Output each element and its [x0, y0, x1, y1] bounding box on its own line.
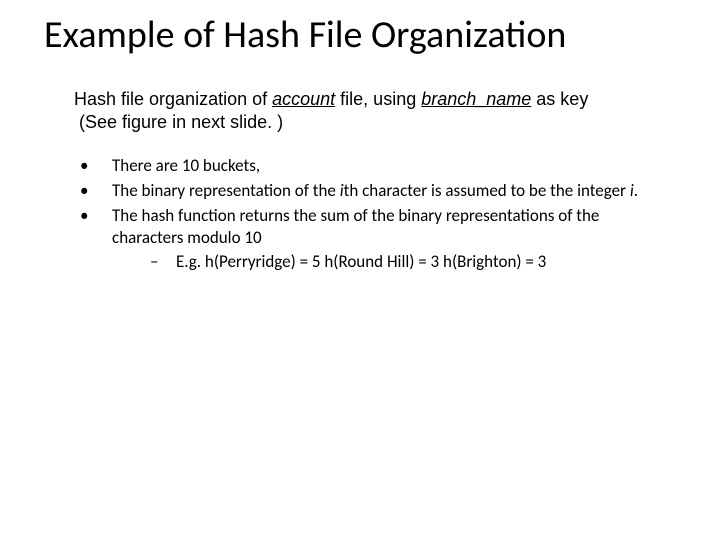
- bullet-3-main: The hash function returns the sum of the…: [112, 205, 599, 248]
- intro-mid: file, using: [335, 89, 421, 109]
- bullet-3: • The hash function returns the sum of t…: [74, 205, 666, 273]
- bullet-3-text: The hash function returns the sum of the…: [112, 205, 666, 273]
- sub-bullet-1: – E.g. h(Perryridge) = 5 h(Round Hill) =…: [112, 251, 666, 273]
- intro-note: (See figure in next slide. ): [79, 112, 283, 132]
- bullet-2-text: The binary representation of the ith cha…: [112, 180, 666, 202]
- sub-bullet-1-text: E.g. h(Perryridge) = 5 h(Round Hill) = 3…: [176, 251, 666, 273]
- bullet-marker: •: [74, 155, 112, 177]
- intro-paragraph: Hash file organization of account file, …: [0, 64, 720, 133]
- intro-suffix: as key: [531, 89, 588, 109]
- bullet-2-c: .: [634, 180, 638, 201]
- bullet-marker: •: [74, 180, 112, 202]
- bullet-marker: •: [74, 205, 112, 273]
- bullet-2: • The binary representation of the ith c…: [74, 180, 666, 202]
- intro-account: account: [272, 89, 335, 109]
- bullet-2-b: th character is assumed to be the intege…: [344, 180, 630, 201]
- slide: Example of Hash File Organization Hash f…: [0, 0, 720, 540]
- bullet-1: • There are 10 buckets,: [74, 155, 666, 177]
- bullet-2-a: The binary representation of the: [112, 180, 340, 201]
- bullet-1-text: There are 10 buckets,: [112, 155, 666, 177]
- intro-branch: branch_name: [421, 89, 531, 109]
- slide-title: Example of Hash File Organization: [0, 0, 720, 64]
- bullet-list: • There are 10 buckets, • The binary rep…: [0, 133, 720, 273]
- subbullet-marker: –: [144, 251, 176, 273]
- intro-prefix: Hash file organization of: [74, 89, 272, 109]
